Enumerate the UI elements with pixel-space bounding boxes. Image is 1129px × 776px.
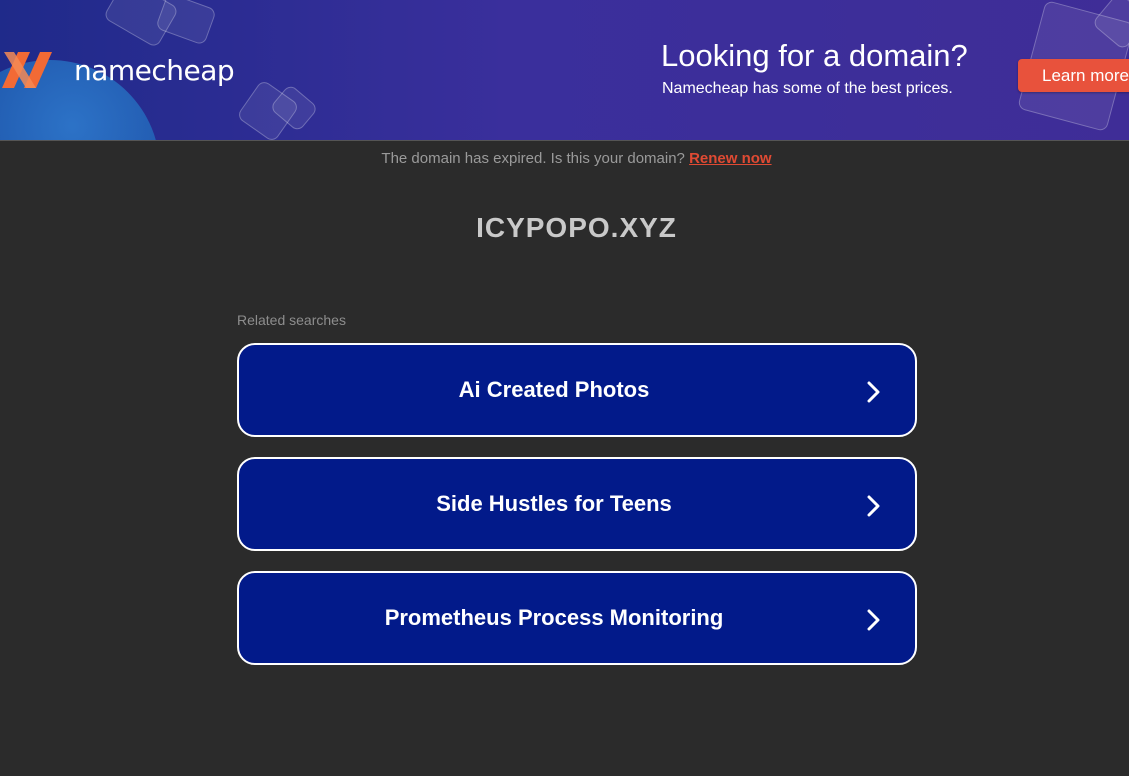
decorative-shape bbox=[155, 0, 217, 46]
ad-subheadline: Namecheap has some of the best prices. bbox=[662, 80, 953, 97]
namecheap-logo-icon bbox=[2, 52, 52, 88]
related-search-item[interactable]: Side Hustles for Teens bbox=[237, 457, 917, 551]
namecheap-logo[interactable]: namecheap bbox=[0, 48, 235, 92]
domain-title: ICYPOPO.XYZ bbox=[476, 212, 677, 243]
brand-name: namecheap bbox=[74, 53, 235, 87]
related-searches-list: Ai Created Photos Side Hustles for Teens… bbox=[237, 343, 917, 685]
related-search-label: Ai Created Photos bbox=[458, 377, 650, 402]
renew-now-link[interactable]: Renew now bbox=[689, 150, 772, 167]
namecheap-ad-banner[interactable]: namecheap Looking for a domain? Namechea… bbox=[0, 0, 1129, 141]
related-search-item[interactable]: Prometheus Process Monitoring bbox=[237, 571, 917, 665]
domain-expired-notice: The domain has expired. Is this your dom… bbox=[0, 150, 1129, 167]
learn-more-button[interactable]: Learn more bbox=[1018, 59, 1129, 92]
related-searches-heading: Related searches bbox=[237, 312, 346, 328]
chevron-right-icon bbox=[867, 381, 880, 403]
related-search-label: Side Hustles for Teens bbox=[436, 491, 672, 516]
chevron-right-icon bbox=[867, 609, 880, 631]
related-search-label: Prometheus Process Monitoring bbox=[384, 605, 724, 630]
chevron-right-icon bbox=[867, 495, 880, 517]
ad-headline: Looking for a domain? bbox=[661, 38, 968, 73]
related-search-item[interactable]: Ai Created Photos bbox=[237, 343, 917, 437]
expired-message: The domain has expired. Is this your dom… bbox=[381, 150, 690, 167]
